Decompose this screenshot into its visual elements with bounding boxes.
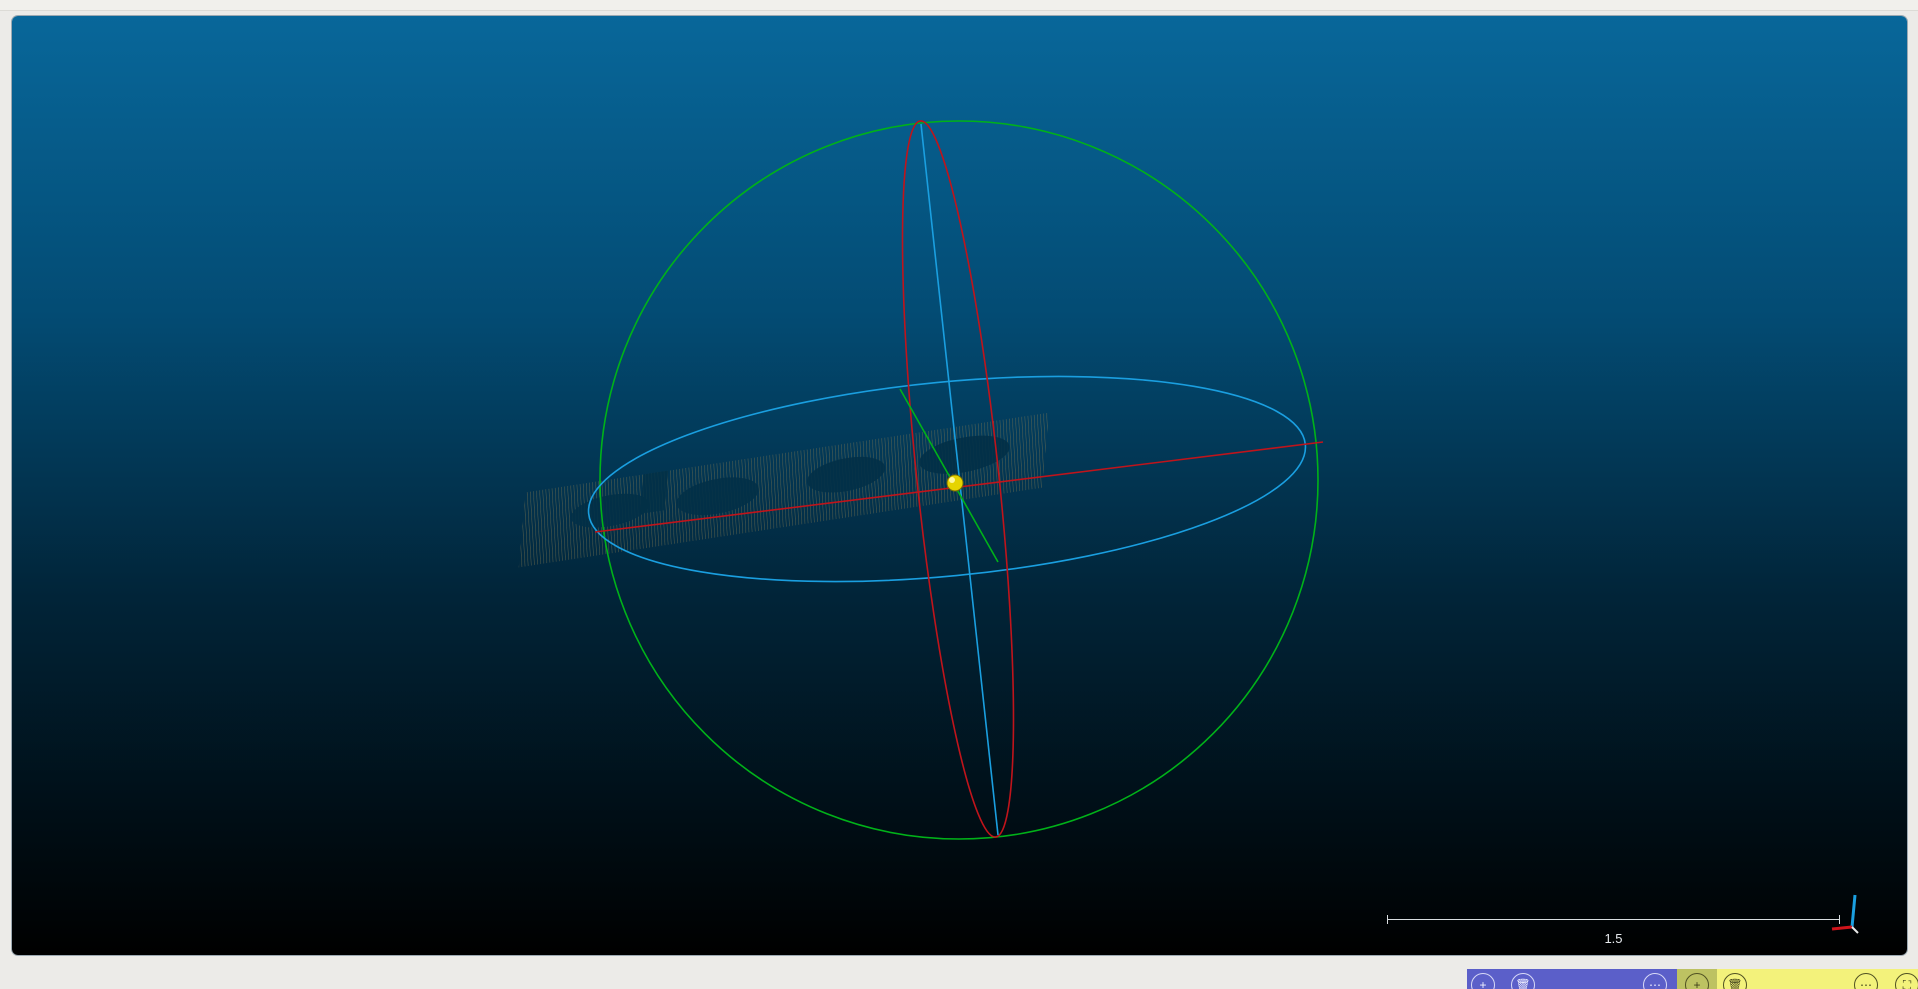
app-window: 1.5 + 🗑 ⋯ + 🗑 ⋯ ⛶ [0, 0, 1918, 989]
toolbar-section-yellow: 🗑 ⋯ ⛶ [1717, 969, 1918, 989]
toolbar-section-blue: + 🗑 ⋯ [1467, 969, 1677, 989]
scale-bar-line [1387, 919, 1840, 920]
more-icon[interactable]: ⋯ [1854, 973, 1878, 989]
point-cloud-text[interactable] [518, 412, 1050, 568]
bottom-toolbar: + 🗑 ⋯ + 🗑 ⋯ ⛶ [1467, 969, 1918, 989]
more-icon[interactable]: ⋯ [1643, 973, 1667, 989]
fullscreen-icon[interactable]: ⛶ [1895, 973, 1918, 989]
pivot-center-marker[interactable] [946, 474, 964, 492]
plus-icon[interactable]: + [1685, 973, 1709, 989]
scene-svg [518, 120, 1324, 840]
toolbar-section-olive: + [1677, 969, 1717, 989]
window-top-strip [0, 0, 1918, 11]
xyz-axes-icon [1831, 894, 1859, 934]
trash-icon[interactable]: 🗑 [1511, 973, 1535, 989]
plus-icon[interactable]: + [1471, 973, 1495, 989]
trash-icon[interactable]: 🗑 [1723, 973, 1747, 989]
3d-viewport[interactable]: 1.5 [12, 16, 1907, 955]
scale-bar: 1.5 [1387, 913, 1840, 953]
scale-bar-label: 1.5 [1604, 931, 1623, 946]
